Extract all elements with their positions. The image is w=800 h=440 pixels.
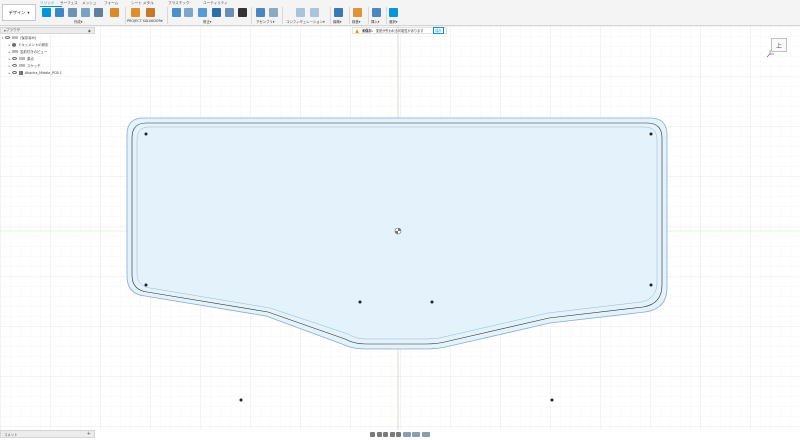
new-component-assembly-icon[interactable] (256, 8, 265, 17)
chevron-down-icon: ▾ (80, 20, 83, 24)
viewport-settings-icon[interactable] (421, 432, 430, 437)
chevron-down-icon: ▾ (339, 20, 342, 24)
tab-3[interactable]: フォーム (104, 1, 118, 6)
display-settings-icon[interactable] (402, 432, 411, 437)
chevron-down-icon: ▾ (395, 20, 398, 24)
grid-settings-icon[interactable] (412, 432, 421, 437)
toolbar-group-label: PROJECT SALVADOR (127, 19, 161, 23)
tab-0[interactable]: ソリッド (40, 1, 54, 6)
workspace-switcher-button[interactable]: デザイン ▾ (2, 4, 36, 21)
tab-1[interactable]: サーフェス (60, 1, 78, 6)
select-icon[interactable] (389, 8, 398, 17)
toolbar-group-label: 検査 (352, 20, 359, 24)
mounting-hole (430, 300, 434, 304)
toolbar-group-6[interactable]: 検査▾ (352, 19, 360, 24)
chamfer-icon[interactable] (198, 8, 207, 17)
toolbar-separator (386, 7, 387, 24)
create-sketch-icon[interactable] (55, 8, 64, 17)
toolbar-group-5[interactable]: 構築▾ (333, 19, 341, 24)
toolbar-separator (125, 7, 126, 24)
toolbar-group-label: 作成 (74, 20, 81, 24)
look-at-icon[interactable] (376, 432, 382, 437)
chevron-down-icon: ▾ (323, 20, 325, 24)
chevron-down-icon: ▾ (358, 20, 361, 24)
form-icon[interactable] (110, 8, 119, 17)
toolbar-group-label: アセンブリ (256, 20, 273, 24)
extrude-icon[interactable] (68, 8, 77, 17)
joint-icon[interactable] (269, 8, 278, 17)
sketch-point (550, 398, 554, 402)
combine-icon[interactable] (225, 8, 234, 17)
orbit-icon[interactable] (370, 432, 376, 437)
insert-icon[interactable] (372, 8, 381, 17)
chevron-down-icon: ▾ (209, 20, 212, 24)
toolbar-group-label: 修正 (203, 20, 210, 24)
new-component-icon[interactable] (42, 8, 51, 17)
toolbar-group-label: 選択 (389, 20, 396, 24)
navigation-bar (362, 430, 438, 439)
toolbar-group-4[interactable]: コンフィギュレーション▾ (286, 19, 325, 24)
chevron-down-icon: ▾ (377, 20, 380, 24)
toolbar-separator (330, 7, 331, 24)
toolbar: デザイン ▾ ソリッド サーフェス メッシュ フォーム シート メタル プラスチック ユーテ… (0, 0, 800, 26)
toolbar-group-2[interactable]: 修正▾ (203, 19, 211, 24)
tab-2[interactable]: メッシュ (82, 1, 96, 6)
offset-plane-icon[interactable] (334, 8, 343, 17)
configure-table-icon[interactable] (310, 8, 319, 17)
toolbar-group-1[interactable]: PROJECT SALVADOR▾ (127, 19, 163, 23)
mounting-hole (144, 283, 148, 287)
toolbar-separator (368, 7, 369, 24)
view-cube-face-top[interactable]: 上 (776, 41, 782, 50)
toolbar-group-8[interactable]: 選択▾ (389, 19, 397, 24)
salvador-icon[interactable] (131, 8, 140, 17)
toolbar-group-3[interactable]: アセンブリ▾ (256, 19, 275, 24)
chevron-down-icon: ▾ (272, 20, 275, 24)
mounting-hole (358, 300, 362, 304)
origin-marker (394, 227, 402, 235)
chevron-down-icon: ▾ (27, 10, 30, 15)
pan-icon[interactable] (383, 432, 389, 437)
toolbar-group-label: 構築 (333, 20, 340, 24)
tab-4[interactable]: シート メタル (131, 1, 154, 6)
revolve-icon[interactable] (81, 8, 90, 17)
fit-icon[interactable] (396, 432, 402, 437)
active-tab-indicator (40, 6, 62, 7)
design-canvas[interactable] (0, 26, 800, 430)
measure-icon[interactable] (353, 8, 362, 17)
toolbar-group-7[interactable]: 挿入▾ (371, 19, 379, 24)
move-icon[interactable] (238, 8, 247, 17)
toolbar-group-label: コンフィギュレーション (286, 20, 323, 24)
toolbar-separator (349, 7, 350, 24)
comments-label: コメント (4, 432, 18, 437)
toolbar-separator (251, 7, 252, 24)
toolbar-separator (167, 7, 168, 24)
chevron-down-icon: ▾ (160, 19, 163, 23)
zoom-icon[interactable] (389, 432, 395, 437)
tab-5[interactable]: プラスチック (168, 1, 190, 6)
mounting-hole (144, 132, 148, 136)
toolbar-group-label: 挿入 (371, 20, 378, 24)
shell-icon[interactable] (212, 8, 221, 17)
salvador-tool-icon[interactable] (146, 8, 155, 17)
sketch-point (239, 398, 243, 402)
mounting-hole (649, 283, 653, 287)
mounting-hole (649, 132, 653, 136)
comments-panel[interactable]: コメント + (0, 430, 95, 438)
axis-triad-icon (766, 50, 774, 58)
workspace-label: デザイン (8, 9, 26, 15)
configure-icon[interactable] (296, 8, 305, 17)
fillet-icon[interactable] (184, 8, 193, 17)
press-pull-icon[interactable] (172, 8, 181, 17)
toolbar-group-0[interactable]: 作成▾ (74, 19, 82, 24)
hole-icon[interactable] (94, 8, 103, 17)
add-comment-icon[interactable]: + (87, 431, 91, 437)
tab-6[interactable]: ユーティリティ (203, 1, 228, 6)
toolbar-separator (282, 7, 283, 24)
